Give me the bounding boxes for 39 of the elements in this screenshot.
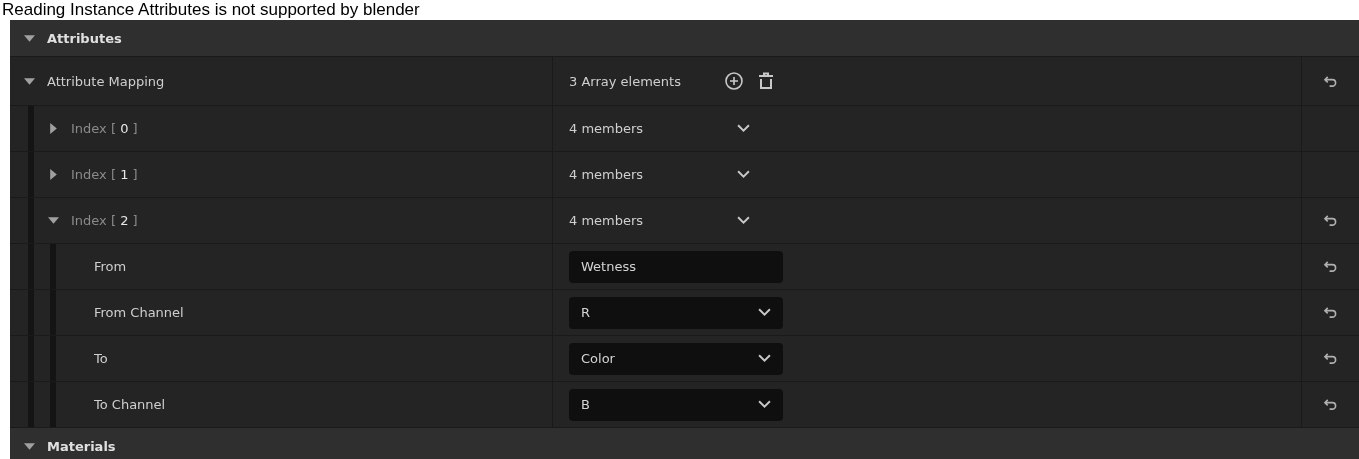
element-count: 3 Array elements (569, 73, 682, 89)
property-label: To (94, 351, 108, 366)
property-label: Attribute Mapping (47, 73, 165, 89)
chevron-down-icon[interactable] (737, 216, 750, 225)
property-label: From (94, 259, 127, 274)
dropdown[interactable]: Color (569, 342, 783, 375)
chevron-down-icon (758, 308, 771, 317)
dropdown[interactable]: B (569, 388, 783, 421)
chevron-down-icon[interactable] (737, 124, 750, 133)
reset-icon[interactable] (1322, 260, 1338, 273)
member-count: 4 members (569, 213, 645, 228)
property-label: From Channel (94, 305, 184, 320)
reset-icon[interactable] (1322, 74, 1338, 88)
message-text: Reading Instance Attributes is not supported by blender (1, 0, 421, 20)
caret-icon[interactable] (24, 75, 35, 87)
property-label: Index [ 0 ] (71, 121, 138, 136)
caret-icon[interactable] (48, 215, 59, 226)
text-field[interactable]: Wetness (569, 250, 783, 283)
add-icon[interactable] (724, 71, 744, 91)
section-title[interactable]: Materials (47, 438, 116, 454)
trash-icon[interactable] (756, 71, 776, 91)
caret-icon[interactable] (24, 440, 35, 452)
chevron-down-icon[interactable] (737, 170, 750, 179)
caret-icon[interactable] (24, 32, 35, 44)
reset-icon[interactable] (1322, 214, 1338, 227)
caret-icon[interactable] (48, 123, 59, 134)
property-label: To Channel (94, 397, 166, 412)
property-label: Index [ 1 ] (71, 167, 138, 182)
reset-icon[interactable] (1322, 398, 1338, 411)
member-count: 4 members (569, 167, 645, 182)
section-title[interactable]: Attributes (47, 30, 122, 46)
chevron-down-icon (758, 400, 771, 409)
chevron-down-icon (758, 354, 771, 363)
reset-icon[interactable] (1322, 306, 1338, 319)
property-label: Index [ 2 ] (71, 213, 138, 228)
caret-icon[interactable] (48, 169, 59, 180)
dropdown[interactable]: R (569, 296, 783, 329)
member-count: 4 members (569, 121, 645, 136)
reset-icon[interactable] (1322, 352, 1338, 365)
